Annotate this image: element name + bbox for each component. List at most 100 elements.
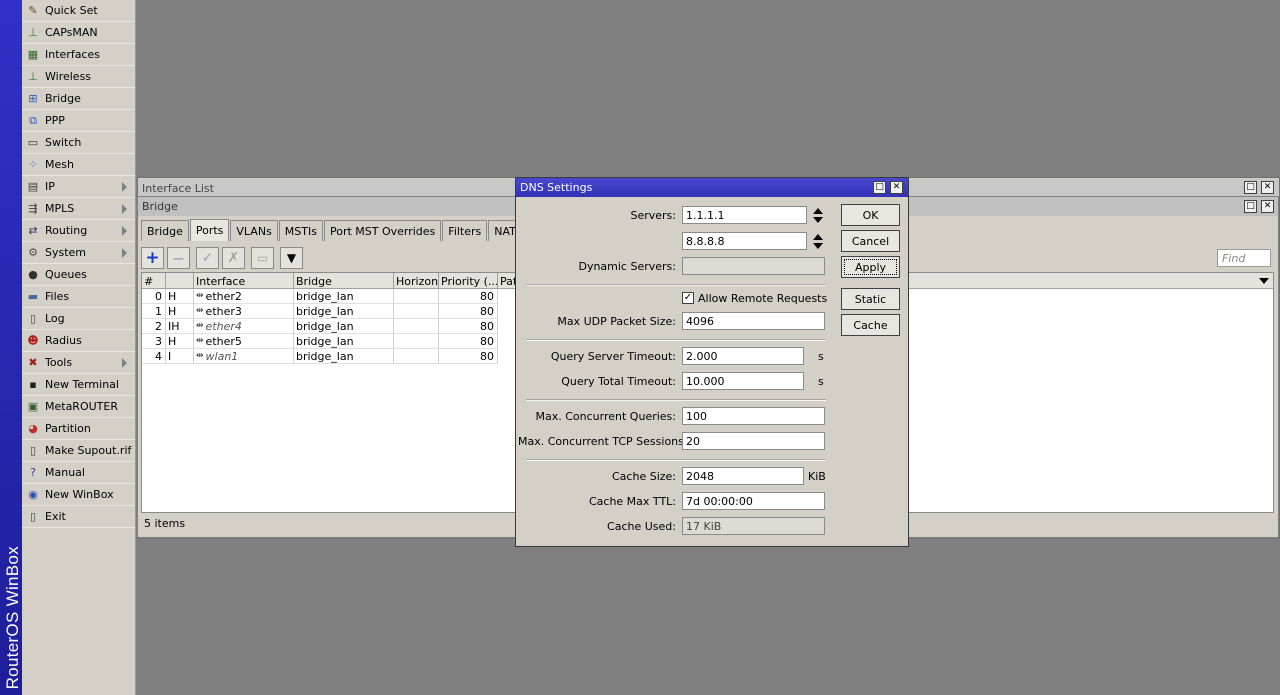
find-input[interactable]: Find	[1217, 249, 1271, 267]
brand-bar: RouterOS WinBox	[0, 0, 22, 695]
cell-horizon	[394, 319, 439, 334]
maximize-icon[interactable]: □	[1244, 200, 1257, 213]
table-row[interactable]: 4 I ⇹ wlan1 bridge_lan 80	[142, 349, 502, 364]
ok-button[interactable]: OK	[841, 204, 900, 226]
pie-icon: ◕	[28, 422, 38, 435]
column-header-horizon[interactable]: Horizon	[394, 273, 439, 289]
menu-item-capsman[interactable]: ⊥ CAPsMAN	[22, 22, 135, 44]
menu-item-wireless[interactable]: ⊥ Wireless	[22, 66, 135, 88]
menu-item-ppp[interactable]: ⧉ PPP	[22, 110, 135, 132]
enable-icon[interactable]: ✓	[196, 247, 219, 269]
query-total-timeout-input[interactable]: 10.000	[682, 372, 804, 390]
menu-item-label: New Terminal	[45, 378, 119, 391]
cache-max-ttl-input[interactable]: 7d 00:00:00	[682, 492, 825, 510]
table-row[interactable]: 3 H ⇹ ether5 bridge_lan 80	[142, 334, 502, 349]
find-placeholder: Find	[1222, 251, 1246, 265]
apply-button[interactable]: Apply	[841, 256, 900, 278]
tab-bridge[interactable]: Bridge	[141, 220, 189, 241]
server-1-updown-icon[interactable]	[812, 208, 824, 224]
filter-icon[interactable]: ▼	[280, 247, 303, 269]
max-concurrent-tcp-input[interactable]: 20	[682, 432, 825, 450]
dns-titlebar[interactable]: DNS Settings	[516, 178, 908, 197]
menu-item-label: Radius	[45, 334, 82, 347]
menu-item-interfaces[interactable]: ▦ Interfaces	[22, 44, 135, 66]
column-header-bridge[interactable]: Bridge	[294, 273, 394, 289]
tab-filters[interactable]: Filters	[442, 220, 488, 241]
column-header-interface[interactable]: Interface	[194, 273, 294, 289]
menu-item-metarouter[interactable]: ▣ MetaROUTER	[22, 396, 135, 418]
menu-item-bridge[interactable]: ⊞ Bridge	[22, 88, 135, 110]
menu-item-quick-set[interactable]: ✎ Quick Set	[22, 0, 135, 22]
menu-item-radius[interactable]: ☻ Radius	[22, 330, 135, 352]
add-icon[interactable]: +	[141, 247, 164, 269]
query-server-timeout-input[interactable]: 2.000	[682, 347, 804, 365]
menu-item-log[interactable]: ▯ Log	[22, 308, 135, 330]
close-icon[interactable]: ✕	[1261, 200, 1274, 213]
menu-item-new-terminal[interactable]: ▪ New Terminal	[22, 374, 135, 396]
cell-bridge: bridge_lan	[294, 289, 394, 304]
port-icon: ⇹	[196, 306, 204, 316]
dns-title: DNS Settings	[520, 181, 593, 194]
menu-item-manual[interactable]: ? Manual	[22, 462, 135, 484]
server-2-input[interactable]: 8.8.8.8	[682, 232, 807, 250]
routing-icon: ⇄	[28, 224, 38, 237]
menu-item-tools[interactable]: ✖ Tools	[22, 352, 135, 374]
dns-settings-dialog: DNS Settings □ ✕ Servers: 1.1.1.1 8.8.8.…	[515, 177, 909, 547]
cancel-button[interactable]: Cancel	[841, 230, 900, 252]
cache-used-label: Cache Used:	[607, 520, 676, 533]
tab-mstis[interactable]: MSTIs	[278, 220, 323, 241]
tab-ports[interactable]: Ports	[189, 219, 230, 241]
column-header-number[interactable]: #	[142, 273, 166, 289]
menu-item-queues[interactable]: ● Queues	[22, 264, 135, 286]
status-bar: 5 items	[141, 515, 521, 532]
menu-item-new-winbox[interactable]: ◉ New WinBox	[22, 484, 135, 506]
server-1-input[interactable]: 1.1.1.1	[682, 206, 807, 224]
query-total-timeout-label: Query Total Timeout:	[561, 375, 676, 388]
menu-item-system[interactable]: ⚙ System	[22, 242, 135, 264]
menu-item-label: System	[45, 246, 87, 259]
menu-item-partition[interactable]: ◕ Partition	[22, 418, 135, 440]
allow-remote-label[interactable]: Allow Remote Requests	[698, 292, 827, 305]
menu-item-label: Manual	[45, 466, 85, 479]
cache-size-input[interactable]: 2048	[682, 467, 804, 485]
maximize-icon[interactable]: □	[873, 181, 886, 194]
menu-item-routing[interactable]: ⇄ Routing	[22, 220, 135, 242]
disable-icon[interactable]: ✗	[222, 247, 245, 269]
close-icon[interactable]: ✕	[890, 181, 903, 194]
table-row[interactable]: 1 H ⇹ ether3 bridge_lan 80	[142, 304, 502, 319]
cell-horizon	[394, 334, 439, 349]
gear-icon: ⚙	[28, 246, 38, 259]
cell-flags: H	[166, 289, 194, 304]
max-concurrent-queries-label: Max. Concurrent Queries:	[535, 410, 676, 423]
close-icon[interactable]: ✕	[1261, 181, 1274, 194]
column-header-flags[interactable]	[166, 273, 194, 289]
menu-item-ip[interactable]: ▤ IP	[22, 176, 135, 198]
interface-name: ether5	[205, 334, 242, 348]
menu-item-mesh[interactable]: ⁘ Mesh	[22, 154, 135, 176]
cache-button[interactable]: Cache	[841, 314, 900, 336]
max-udp-input[interactable]: 4096	[682, 312, 825, 330]
menu-item-exit[interactable]: ▯ Exit	[22, 506, 135, 528]
menu-item-files[interactable]: ▬ Files	[22, 286, 135, 308]
server-2-updown-icon[interactable]	[812, 234, 824, 250]
comment-icon[interactable]: ▭	[251, 247, 274, 269]
column-menu-icon[interactable]	[1259, 278, 1269, 284]
separator	[526, 284, 826, 286]
tab-port-mst-overrides[interactable]: Port MST Overrides	[323, 220, 442, 241]
bridge-tabs: Bridge Ports VLANs MSTIs Port MST Overrides F…	[141, 219, 567, 241]
cell-horizon	[394, 349, 439, 364]
menu-item-make-supout-rif[interactable]: ▯ Make Supout.rif	[22, 440, 135, 462]
column-header-priority[interactable]: Priority (...	[439, 273, 498, 289]
menu-item-label: Files	[45, 290, 70, 303]
cell-flags: H	[166, 334, 194, 349]
tab-vlans[interactable]: VLANs	[230, 220, 278, 241]
menu-item-switch[interactable]: ▭ Switch	[22, 132, 135, 154]
menu-item-mpls[interactable]: ⇶ MPLS	[22, 198, 135, 220]
table-row[interactable]: 2 IH ⇹ ether4 bridge_lan 80	[142, 319, 502, 334]
static-button[interactable]: Static	[841, 288, 900, 310]
allow-remote-checkbox[interactable]: ✓	[682, 292, 694, 304]
max-concurrent-queries-input[interactable]: 100	[682, 407, 825, 425]
remove-icon[interactable]: −	[167, 247, 190, 269]
table-row[interactable]: 0 H ⇹ ether2 bridge_lan 80	[142, 289, 502, 304]
maximize-icon[interactable]: □	[1244, 181, 1257, 194]
